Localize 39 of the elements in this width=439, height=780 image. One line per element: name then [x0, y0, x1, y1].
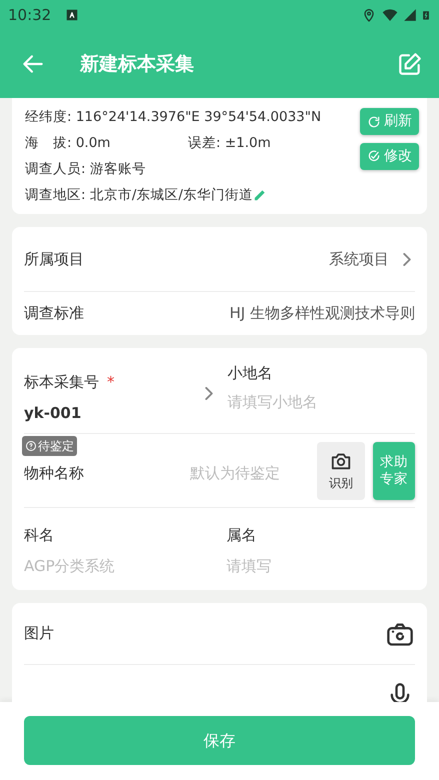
input-field[interactable]: 请填写小地名: [227, 390, 415, 413]
field-label: 所属项目: [24, 248, 85, 270]
question-icon: [25, 440, 37, 452]
input-field[interactable]: 请填写: [226, 554, 415, 577]
pencil-icon[interactable]: [252, 188, 267, 202]
wifi-icon: [381, 7, 399, 23]
field-label: 调查标准: [24, 303, 85, 324]
expert-button[interactable]: 求助专家: [373, 442, 415, 500]
edit-button[interactable]: [397, 51, 423, 77]
error-text: 误差: ±1.0m: [188, 134, 271, 153]
modify-button[interactable]: 修改: [360, 143, 419, 170]
project-select[interactable]: 系统项目: [329, 248, 389, 270]
required-mark: *: [107, 372, 114, 393]
standard-value: HJ 生物多样性观测技术导则: [230, 303, 415, 324]
field-label: 小地名: [227, 363, 274, 384]
identify-button[interactable]: 识别: [317, 442, 365, 500]
field-label: 图片: [24, 623, 54, 644]
signal-icon: [403, 8, 417, 22]
surveyor-text: 调查人员: 游客账号: [25, 160, 147, 179]
refresh-button[interactable]: 刷新: [360, 108, 419, 135]
field-label: 物种名称: [24, 463, 85, 484]
page-title: 新建标本采集: [80, 52, 195, 76]
save-button[interactable]: 保存: [24, 716, 415, 765]
check-badge-icon: [367, 150, 381, 164]
refresh-icon: [367, 114, 381, 128]
status-badge: 待鉴定: [22, 436, 77, 456]
region-text: 调查地区: 北京市/东城区/东华门街道: [25, 186, 253, 205]
altitude-text: 海 拔: 0.0m: [25, 134, 112, 153]
field-label: 科名: [24, 525, 55, 546]
input-field[interactable]: 默认为待鉴定: [190, 462, 310, 485]
specimen-number: yk-001: [24, 402, 82, 424]
status-time: 10:32: [8, 4, 52, 26]
chevron-icon: [205, 387, 214, 400]
field-label: 属名: [226, 525, 258, 546]
notification-icon: [65, 8, 80, 22]
coordinates-text: 经纬度: 116°24'14.3976"E 39°54'54.0033"N: [25, 108, 322, 127]
edit-icon: [397, 51, 423, 77]
input-field[interactable]: AGP分类系统: [24, 554, 226, 577]
field-label: 标本采集号: [24, 372, 99, 393]
